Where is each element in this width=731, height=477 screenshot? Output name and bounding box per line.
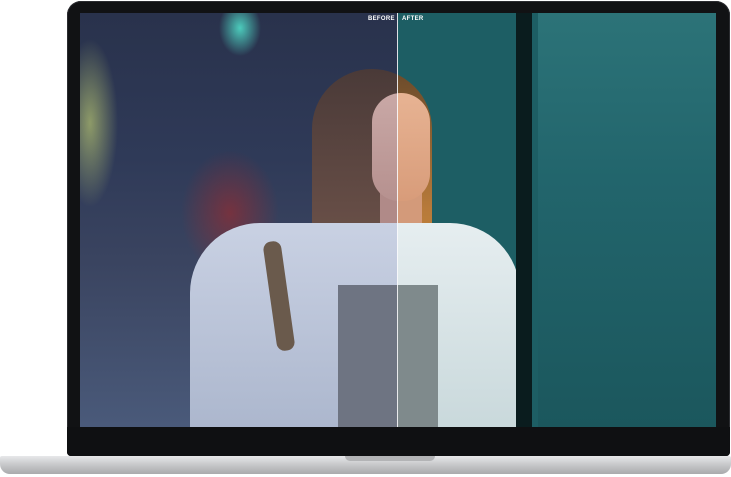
laptop-chin xyxy=(67,427,730,456)
subject-face xyxy=(398,93,430,201)
compare-slider-handle[interactable] xyxy=(397,13,398,427)
subject-shirt xyxy=(338,285,398,427)
dark-pillar xyxy=(516,13,532,427)
before-label: BEFORE xyxy=(368,16,395,22)
subject-face xyxy=(372,93,398,201)
photo-compare-viewer[interactable] xyxy=(80,13,716,427)
after-label: AFTER xyxy=(402,16,424,22)
subject-shirt xyxy=(398,285,438,427)
before-image xyxy=(80,13,398,427)
laptop-notch xyxy=(345,456,435,461)
after-image xyxy=(398,13,716,427)
teal-wall xyxy=(538,13,716,427)
